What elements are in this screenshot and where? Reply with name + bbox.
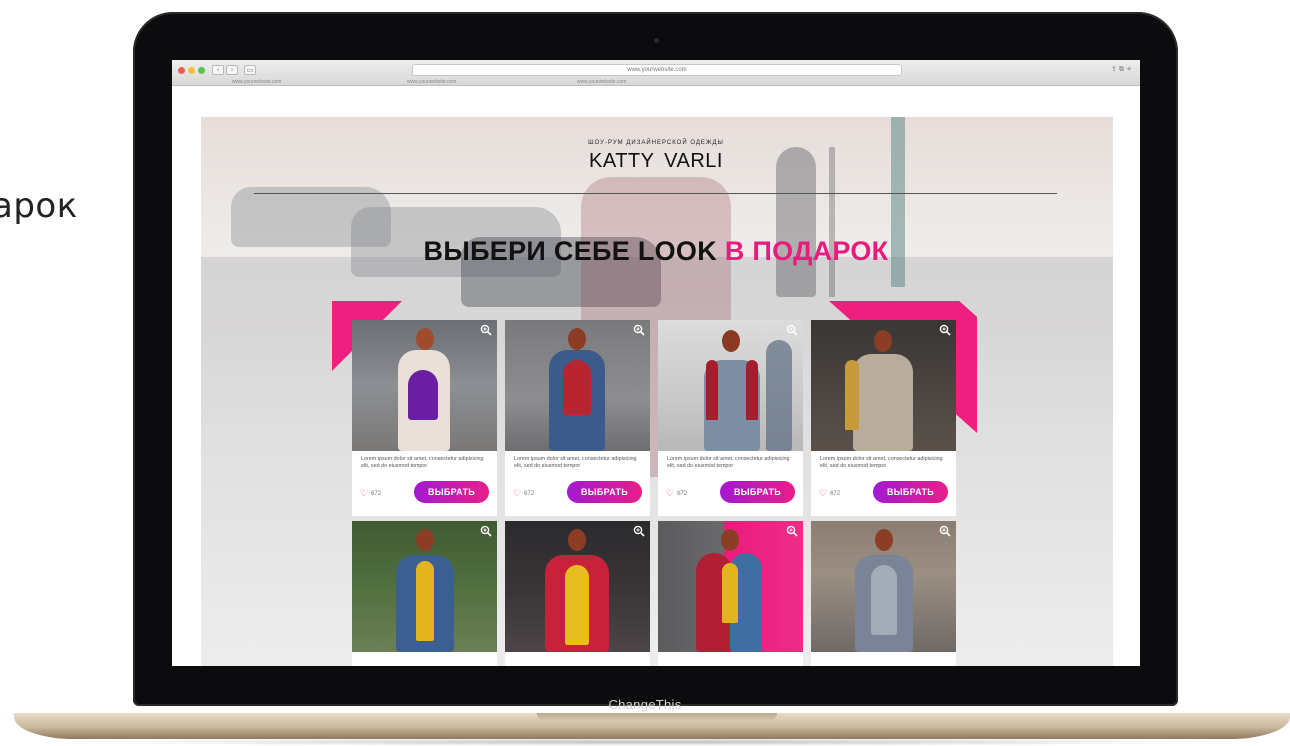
look-card: Lorem ipsum dolor sit amet, consectetur … — [352, 320, 497, 516]
look-description: Lorem ipsum dolor sit amet, consectetur … — [361, 456, 484, 469]
look-card — [352, 521, 497, 666]
sleeve-shape — [706, 360, 718, 420]
camera-dot — [654, 38, 659, 43]
laptop-notch — [537, 713, 777, 721]
look-photo[interactable] — [505, 521, 650, 652]
bag-shape — [845, 360, 859, 430]
likes-count: 672 — [830, 490, 841, 497]
bystander-shape — [766, 340, 792, 451]
zoom-icon[interactable] — [786, 324, 798, 336]
zoom-icon[interactable] — [786, 525, 798, 537]
browser-tab[interactable]: www.yourwebsite.com — [577, 78, 626, 86]
dress-shape — [416, 561, 434, 641]
top-shape — [563, 360, 591, 415]
likes-counter[interactable]: ♡ 672 — [819, 488, 840, 499]
dress-shape — [565, 565, 589, 645]
laptop-shadow — [60, 738, 1240, 746]
head-shape — [875, 529, 893, 551]
forward-icon[interactable]: › — [226, 65, 238, 75]
look-photo[interactable] — [352, 521, 497, 652]
dress-shape — [722, 563, 738, 623]
minimize-window-icon[interactable] — [188, 67, 195, 74]
top-shape — [408, 370, 438, 420]
zoom-icon[interactable] — [939, 324, 951, 336]
look-description: Lorem ipsum dolor sit amet, consectetur … — [820, 456, 943, 469]
bezel-label: ChangeThis — [608, 697, 682, 712]
look-photo[interactable] — [505, 320, 650, 451]
brand-logo[interactable]: KATTY VARLI — [172, 150, 1140, 173]
heart-icon[interactable]: ♡ — [513, 488, 521, 499]
browser-tab[interactable]: www.yourwebsite.com — [407, 78, 456, 86]
head-shape — [721, 529, 739, 551]
look-photo[interactable] — [658, 320, 803, 451]
close-window-icon[interactable] — [178, 67, 185, 74]
likes-count: 672 — [371, 490, 382, 497]
choose-button[interactable]: ВЫБРАТЬ — [873, 481, 948, 503]
look-description: Lorem ipsum dolor sit amet, consectetur … — [667, 456, 790, 469]
zoom-icon[interactable] — [480, 324, 492, 336]
look-card: Lorem ipsum dolor sit amet, consectetur … — [658, 320, 803, 516]
coat-shape — [853, 354, 913, 451]
page-title: ВЫБЕРИ СЕБЕ LOOK В ПОДАРОК — [172, 236, 1140, 267]
browser-toolbar: ‹ › ▭ www.yourwebsite.com ⇪ ⧉ + www.your… — [172, 60, 1140, 86]
look-photo[interactable] — [811, 320, 956, 451]
choose-button[interactable]: ВЫБРАТЬ — [567, 481, 642, 503]
likes-counter[interactable]: ♡ 672 — [513, 488, 534, 499]
head-shape — [568, 529, 586, 551]
browser-tab[interactable]: www.yourwebsite.com — [232, 78, 281, 86]
headline-main: ВЫБЕРИ СЕБЕ LOOK — [423, 236, 718, 266]
sidebar-icon[interactable]: ▭ — [244, 65, 256, 75]
look-photo[interactable] — [352, 320, 497, 451]
choose-button[interactable]: ВЫБРАТЬ — [720, 481, 795, 503]
tab-strip: www.yourwebsite.com www.yourwebsite.com … — [172, 78, 1140, 86]
header-divider — [254, 193, 1057, 194]
laptop-screen: ‹ › ▭ www.yourwebsite.com ⇪ ⧉ + www.your… — [172, 60, 1140, 666]
heart-icon[interactable]: ♡ — [819, 488, 827, 499]
zoom-icon[interactable] — [939, 525, 951, 537]
heart-icon[interactable]: ♡ — [666, 488, 674, 499]
look-card: Lorem ipsum dolor sit amet, consectetur … — [505, 320, 650, 516]
look-card: Lorem ipsum dolor sit amet, consectetur … — [811, 320, 956, 516]
zoom-icon[interactable] — [480, 525, 492, 537]
side-caption: арок — [0, 186, 78, 226]
zoom-icon[interactable] — [633, 324, 645, 336]
look-card — [658, 521, 803, 666]
head-shape — [416, 529, 434, 551]
mockup-stage: арок ChangeThis ‹ › ▭ www.yourwebsite.co… — [0, 0, 1290, 746]
zoom-icon[interactable] — [633, 525, 645, 537]
dress-shape — [871, 565, 897, 635]
head-shape — [416, 328, 434, 350]
head-shape — [874, 330, 892, 352]
look-photo[interactable] — [811, 521, 956, 652]
likes-count: 672 — [524, 490, 535, 497]
head-shape — [568, 328, 586, 350]
look-card — [811, 521, 956, 666]
back-icon[interactable]: ‹ — [212, 65, 224, 75]
brand-subtitle: ШОУ-РУМ ДИЗАЙНЕРСКОЙ ОДЕЖДЫ — [588, 140, 724, 146]
choose-button[interactable]: ВЫБРАТЬ — [414, 481, 489, 503]
headline-accent: В ПОДАРОК — [724, 236, 889, 266]
address-bar[interactable]: www.yourwebsite.com — [412, 64, 902, 76]
look-description: Lorem ipsum dolor sit amet, consectetur … — [514, 456, 637, 469]
heart-icon[interactable]: ♡ — [360, 488, 368, 499]
head-shape — [722, 330, 740, 352]
look-card — [505, 521, 650, 666]
share-icon[interactable]: ⇪ ⧉ + — [1082, 65, 1132, 75]
sleeve-shape — [746, 360, 758, 420]
likes-count: 672 — [677, 490, 688, 497]
likes-counter[interactable]: ♡ 672 — [666, 488, 687, 499]
maximize-window-icon[interactable] — [198, 67, 205, 74]
look-photo[interactable] — [658, 521, 803, 652]
likes-counter[interactable]: ♡ 672 — [360, 488, 381, 499]
